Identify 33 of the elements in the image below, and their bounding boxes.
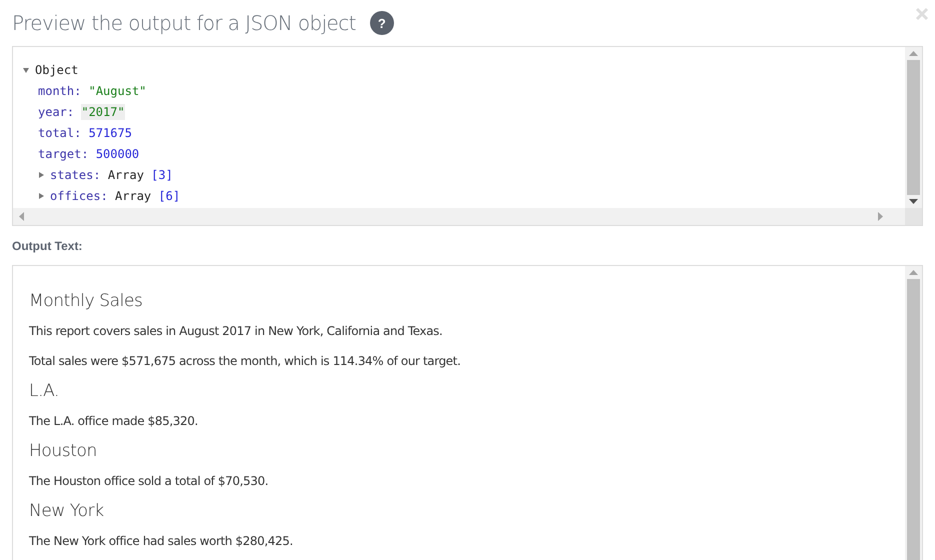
horizontal-scrollbar[interactable] [13, 208, 905, 225]
scroll-up-icon[interactable] [909, 270, 918, 275]
tree-entry: month: "August" [38, 84, 146, 98]
output-paragraph: This report covers sales in August 2017 in New York, California and Texas. [29, 324, 442, 338]
output-heading: L.A. [29, 381, 60, 401]
expand-triangle-icon[interactable] [38, 192, 44, 198]
output-heading: Monthly Sales [29, 291, 143, 311]
tree-entry: total: 571675 [38, 126, 132, 140]
output-paragraph: The Houston office sold a total of $70,530. [29, 474, 268, 488]
tree-entry: year: "2017" [38, 104, 125, 118]
vertical-scrollbar[interactable] [905, 266, 922, 560]
expand-triangle-icon[interactable] [38, 172, 44, 178]
output-heading: New York [29, 501, 104, 521]
tree-entry[interactable]: states: Array [3] [50, 168, 173, 182]
tree-node-label: Object [35, 62, 78, 76]
output-label: Output Text: [12, 239, 84, 253]
scroll-left-icon[interactable] [19, 212, 24, 221]
expand-triangle-icon[interactable] [23, 66, 29, 72]
scroll-up-icon[interactable] [909, 51, 918, 56]
close-icon[interactable] [915, 7, 929, 21]
tree-entry: target: 500000 [38, 146, 140, 160]
output-paragraph: The L.A. office made $85,320. [29, 414, 198, 428]
scroll-down-icon[interactable] [909, 199, 918, 204]
output-heading: Houston [29, 441, 97, 461]
output-paragraph: Total sales were $571,675 across the month, which is 114.34% of our target. [29, 354, 460, 368]
help-button[interactable]: ? [370, 11, 394, 35]
tree-entry[interactable]: offices: Array [6] [50, 188, 180, 202]
output-paragraph: The New York office had sales worth $280,425. [29, 534, 293, 548]
vertical-scrollbar[interactable] [905, 47, 922, 208]
scrollbar-thumb[interactable] [907, 279, 920, 560]
dialog-title: Preview the output for a JSON object [12, 11, 356, 35]
scroll-right-icon[interactable] [878, 212, 883, 221]
scrollbar-thumb[interactable] [907, 60, 920, 195]
